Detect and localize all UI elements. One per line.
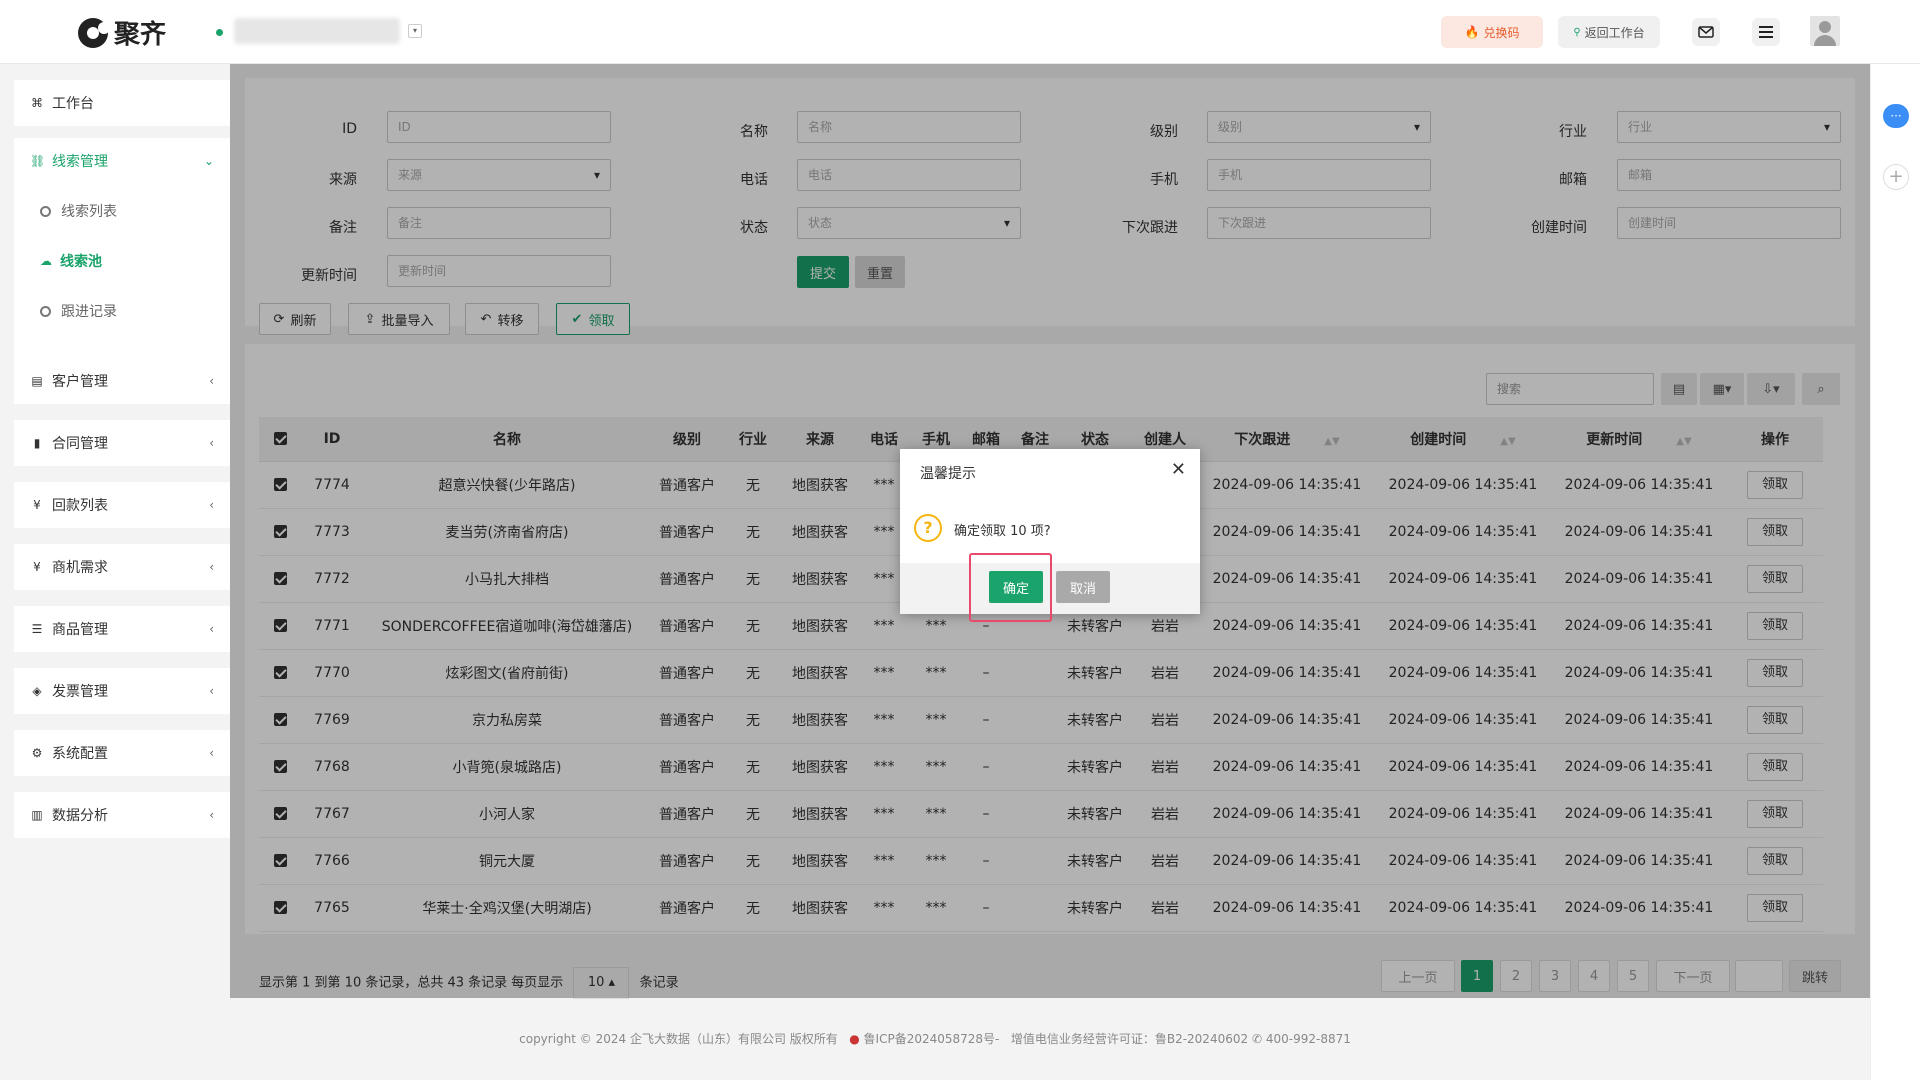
police-badge-icon: ● bbox=[849, 1032, 860, 1046]
yen-icon: ¥ bbox=[33, 560, 41, 574]
logo[interactable]: 聚齐 bbox=[78, 14, 166, 51]
gears-icon: ⚙ bbox=[31, 746, 43, 760]
cloud-icon: ☁ bbox=[40, 254, 52, 268]
circle-icon bbox=[40, 205, 51, 217]
dialog-message: 确定领取 10 项? bbox=[954, 524, 1051, 539]
chevron-left-icon: ‹ bbox=[209, 622, 214, 636]
sidebar-item-products[interactable]: ☰ 商品管理 ‹ bbox=[14, 606, 230, 652]
chat-icon[interactable]: ··· bbox=[1883, 104, 1909, 128]
logo-text: 聚齐 bbox=[114, 20, 167, 50]
question-icon: ? bbox=[914, 514, 942, 542]
dashboard-icon: ⌘ bbox=[31, 96, 43, 110]
sidebar-item-label: 合同管理 bbox=[52, 436, 108, 452]
key-icon: ⚲ bbox=[1573, 26, 1581, 38]
chevron-left-icon: ‹ bbox=[209, 374, 214, 388]
sidebar-item-customers[interactable]: ▤ 客户管理 ‹ bbox=[14, 358, 230, 404]
icp-link[interactable]: 鲁ICP备2024058728号- bbox=[864, 1032, 1000, 1046]
top-header: 聚齐 ▾ 🔥 兑换码 ⚲ 返回工作台 bbox=[0, 0, 1920, 64]
fire-icon: 🔥 bbox=[1464, 25, 1480, 39]
sidebar-item-analytics[interactable]: ▥ 数据分析 ‹ bbox=[14, 792, 230, 838]
sidebar-item-label: 线索管理 bbox=[52, 154, 108, 170]
sidebar-item-label: 工作台 bbox=[52, 96, 94, 112]
phone-icon: ✆ bbox=[1251, 1032, 1263, 1046]
chevron-left-icon: ‹ bbox=[209, 560, 214, 574]
dialog-title: 温馨提示 bbox=[920, 466, 976, 482]
bar-chart-icon: ▥ bbox=[31, 808, 43, 822]
sidebar-item-invoices[interactable]: ◈ 发票管理 ‹ bbox=[14, 668, 230, 714]
sidebar: ⌘ 工作台 ⛓ 线索管理 ⌄ 线索列表 ☁ 线索池 跟进记录 ▤ 客户管理 ‹ … bbox=[0, 64, 230, 1080]
online-status-dot bbox=[216, 29, 223, 36]
cancel-button[interactable]: 取消 bbox=[1056, 571, 1110, 603]
sidebar-item-label: 发票管理 bbox=[52, 684, 108, 700]
tag-icon: ◈ bbox=[32, 684, 42, 698]
sidebar-item-label: 客户管理 bbox=[52, 374, 108, 390]
add-icon[interactable]: + bbox=[1883, 164, 1909, 190]
sidebar-item-label: 跟进记录 bbox=[61, 304, 117, 320]
id-card-icon: ▤ bbox=[31, 374, 43, 388]
workspace-dropdown-icon[interactable]: ▾ bbox=[408, 24, 422, 38]
chevron-left-icon: ‹ bbox=[209, 808, 214, 822]
workspace-selector[interactable] bbox=[234, 18, 400, 44]
chevron-left-icon: ‹ bbox=[209, 436, 214, 450]
mail-icon[interactable] bbox=[1692, 18, 1720, 46]
right-rail: ··· + bbox=[1870, 64, 1920, 1080]
chevron-left-icon: ‹ bbox=[209, 746, 214, 760]
menu-icon[interactable] bbox=[1752, 18, 1780, 46]
sidebar-item-label: 数据分析 bbox=[52, 808, 108, 824]
redeem-code-label: 兑换码 bbox=[1483, 25, 1520, 40]
license-text: 增值电信业务经营许可证：鲁B2-20240602 bbox=[1010, 1032, 1249, 1046]
sidebar-item-settings[interactable]: ⚙ 系统配置 ‹ bbox=[14, 730, 230, 776]
link-icon: ⛓ bbox=[30, 154, 46, 168]
sidebar-item-label: 线索池 bbox=[60, 254, 102, 270]
yen-icon: ¥ bbox=[33, 498, 41, 512]
sidebar-item-label: 系统配置 bbox=[52, 746, 108, 762]
sidebar-item-payments[interactable]: ¥ 回款列表 ‹ bbox=[14, 482, 230, 528]
sidebar-item-leads[interactable]: ⛓ 线索管理 ⌄ bbox=[14, 138, 230, 184]
circle-icon bbox=[40, 305, 51, 317]
chevron-down-icon: ⌄ bbox=[203, 154, 214, 168]
chevron-left-icon: ‹ bbox=[209, 498, 214, 512]
back-to-workbench-button[interactable]: ⚲ 返回工作台 bbox=[1558, 16, 1660, 48]
footer: copyright © 2024 企飞大数据（山东）有限公司 版权所有 ● 鲁I… bbox=[0, 1030, 1870, 1047]
sidebar-item-label: 线索列表 bbox=[61, 204, 117, 220]
back-to-workbench-label: 返回工作台 bbox=[1584, 25, 1645, 40]
logo-icon bbox=[78, 17, 110, 48]
sidebar-item-label: 商品管理 bbox=[52, 622, 108, 638]
sidebar-item-workbench[interactable]: ⌘ 工作台 bbox=[14, 80, 230, 126]
support-phone: 400-992-8871 bbox=[1265, 1032, 1351, 1046]
sidebar-item-contracts[interactable]: ▮ 合同管理 ‹ bbox=[14, 420, 230, 466]
redeem-code-button[interactable]: 🔥 兑换码 bbox=[1441, 16, 1543, 48]
sidebar-item-label: 商机需求 bbox=[52, 560, 108, 576]
chevron-left-icon: ‹ bbox=[209, 684, 214, 698]
sidebar-item-label: 回款列表 bbox=[52, 498, 108, 514]
bookmark-icon: ▮ bbox=[33, 436, 41, 450]
sidebar-item-leads-list[interactable]: 线索列表 bbox=[14, 188, 230, 234]
list-icon: ☰ bbox=[31, 622, 43, 636]
user-avatar[interactable] bbox=[1810, 16, 1840, 46]
sidebar-item-opportunities[interactable]: ¥ 商机需求 ‹ bbox=[14, 544, 230, 590]
close-icon[interactable]: ✕ bbox=[1171, 459, 1186, 480]
sidebar-item-leads-pool[interactable]: ☁ 线索池 bbox=[14, 238, 230, 284]
copyright-text: copyright © 2024 企飞大数据（山东）有限公司 版权所有 bbox=[519, 1032, 838, 1046]
sidebar-item-follow-records[interactable]: 跟进记录 bbox=[14, 288, 230, 334]
confirm-button-highlight bbox=[969, 553, 1052, 622]
